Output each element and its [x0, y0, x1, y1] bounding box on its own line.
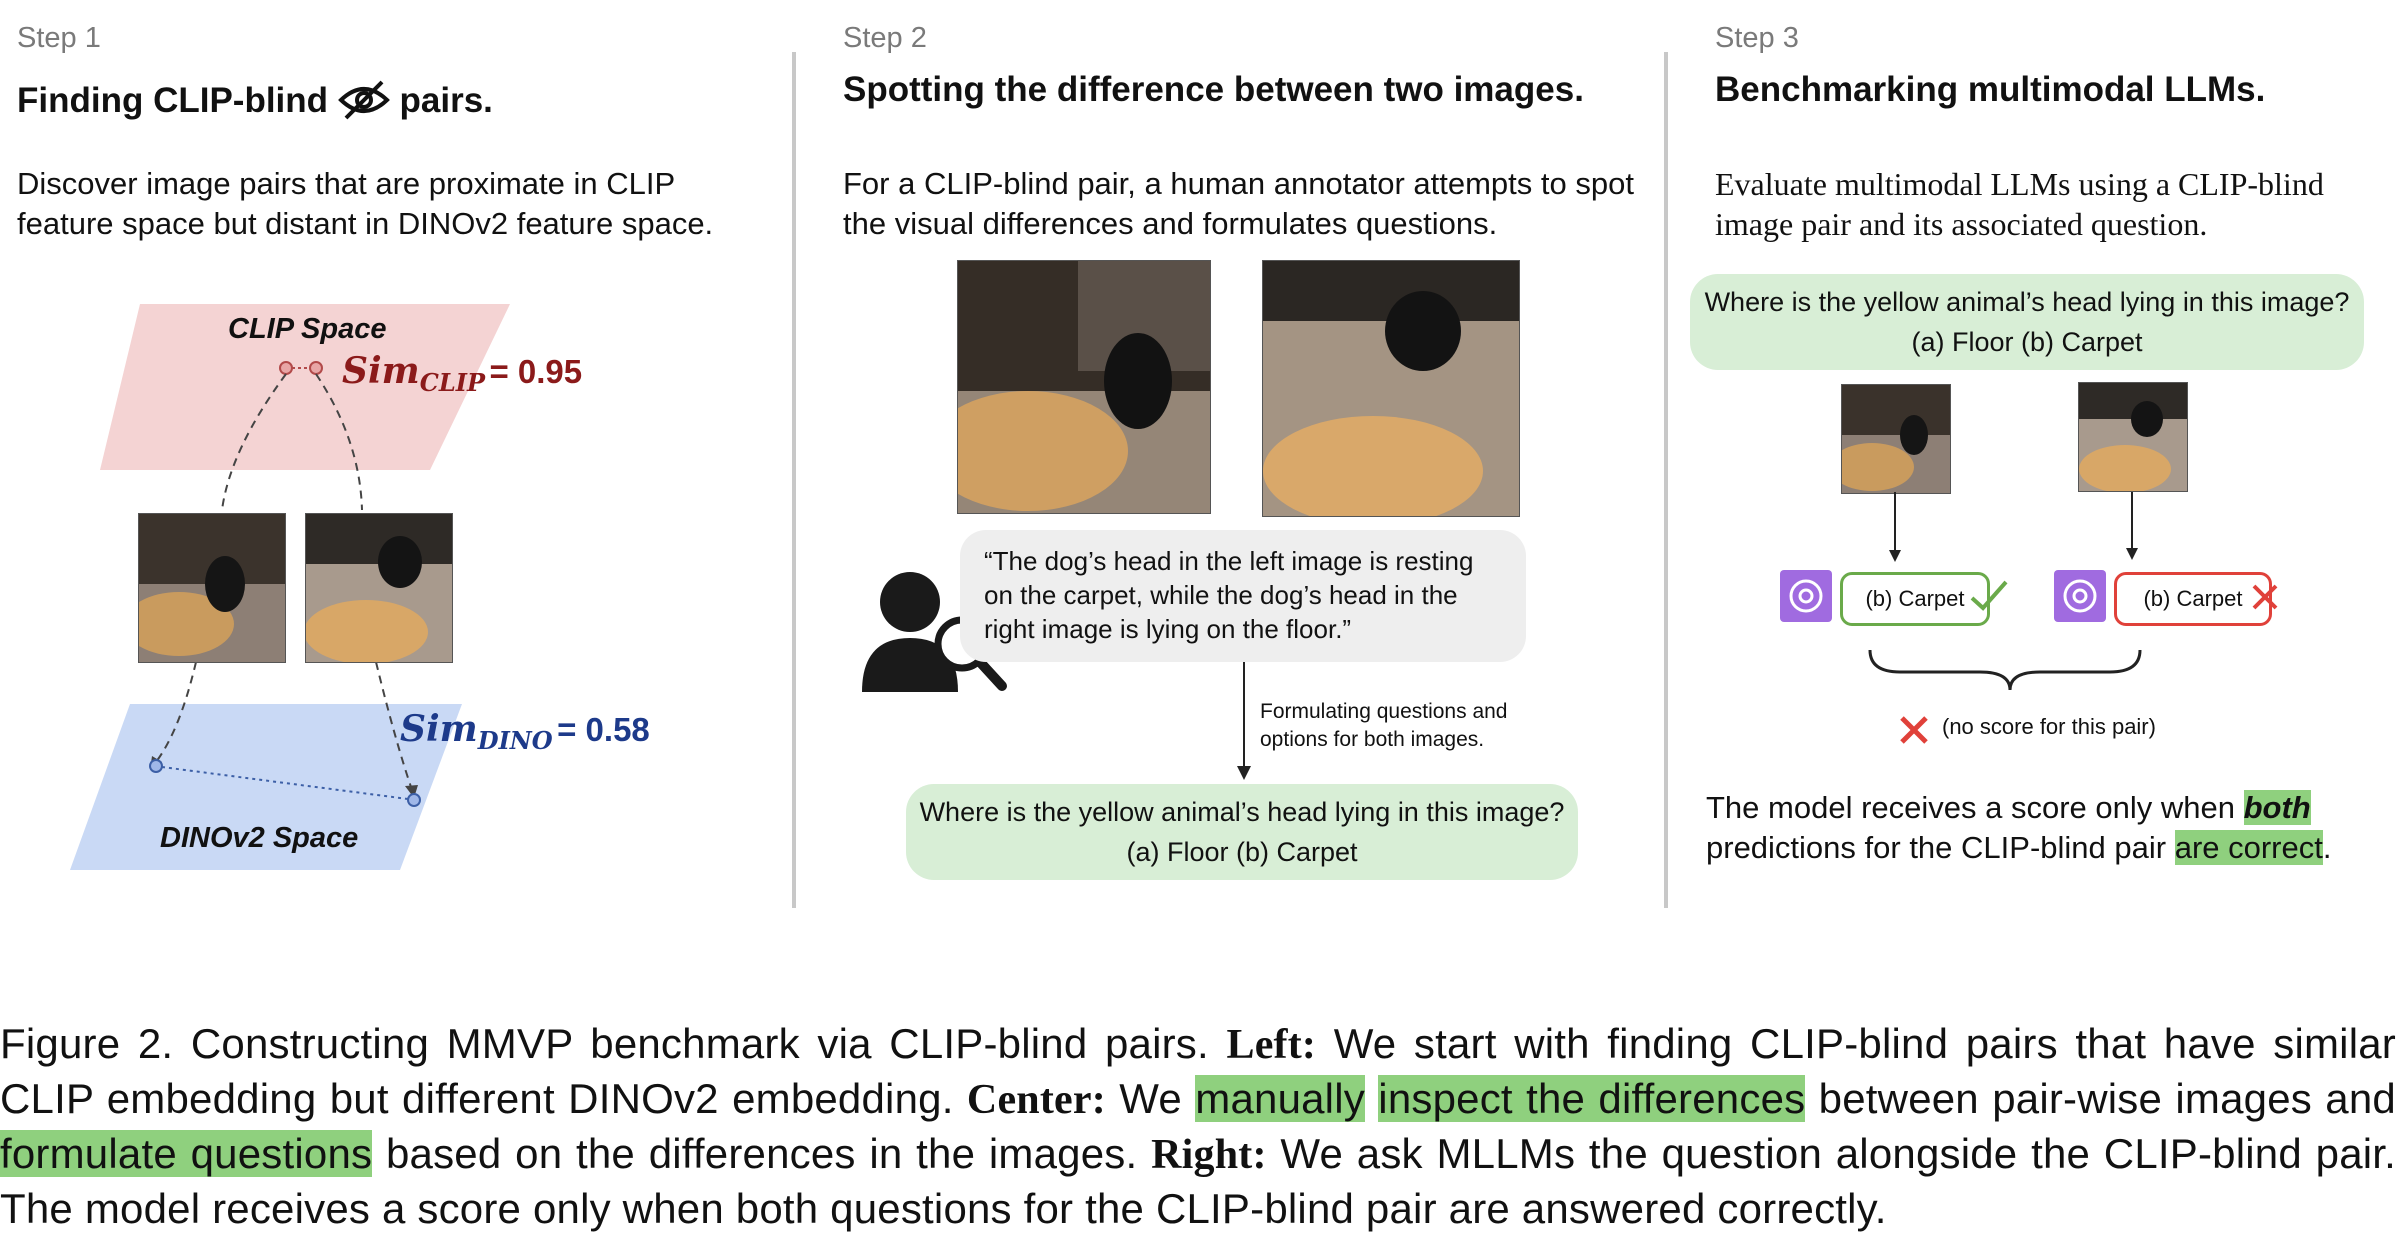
- step1-title: Finding CLIP-blind pairs.: [17, 80, 493, 120]
- answer-right: (b) Carpet: [2114, 572, 2272, 626]
- divider-step1-step2: [792, 52, 796, 908]
- formulating-note: Formulating questions and options for bo…: [1260, 700, 1508, 751]
- check-icon: [1970, 580, 2008, 611]
- step2-title: Spotting the difference between two imag…: [843, 70, 1584, 109]
- step3-description: Evaluate multimodal LLMs using a CLIP-bl…: [1715, 166, 2324, 242]
- highlight-manually: manually: [1195, 1075, 1365, 1122]
- highlight-are-correct: are correct: [2174, 830, 2323, 865]
- dog-photo-left-small: [138, 513, 286, 663]
- eye-slash-icon: [337, 80, 390, 120]
- figure-caption: Figure 2. Constructing MMVP benchmark vi…: [0, 1020, 2397, 1232]
- clip-space-label: CLIP Space: [228, 313, 387, 345]
- no-score-cross-icon: [1900, 716, 1928, 744]
- caption-center-label: Center:: [966, 1077, 1106, 1123]
- annotator-quote-bubble: “The dog’s head in the left image is res…: [960, 530, 1526, 662]
- step1-description: Discover image pairs that are proximate …: [17, 166, 714, 241]
- dino-space-label: DINOv2 Space: [160, 822, 359, 854]
- dog-photo-right-small: [305, 513, 453, 663]
- grouping-brace: [1868, 649, 2142, 691]
- step1-label: Step 1: [17, 22, 101, 54]
- clip-point-left: [279, 361, 293, 375]
- dog-photo-right: [1262, 260, 1520, 517]
- caption-left-label: Left:: [1226, 1022, 1317, 1068]
- step3-result-text: The model receives a score only when bot…: [1706, 790, 2332, 865]
- clip-point-right: [309, 361, 323, 375]
- dog-photo-left-thumb: [1841, 384, 1951, 494]
- step3-label: Step 3: [1715, 22, 1799, 54]
- sim-clip-score: SimCLIP = 0.95: [342, 350, 583, 397]
- dino-point-left: [149, 759, 163, 773]
- step3-question-bubble: Where is the yellow animal’s head lying …: [1690, 274, 2364, 370]
- step2-description: For a CLIP-blind pair, a human annotator…: [843, 166, 1634, 241]
- dog-photo-left: [957, 260, 1211, 514]
- no-score-label: (no score for this pair): [1942, 714, 2156, 739]
- dog-photo-right-thumb: [2078, 382, 2188, 492]
- dino-point-right: [407, 793, 421, 807]
- gpt-logo-icon: [2054, 570, 2106, 622]
- cross-icon: [2252, 584, 2278, 610]
- caption-right-label: Right:: [1151, 1132, 1267, 1178]
- step2-label: Step 2: [843, 22, 927, 54]
- gpt-logo-icon: [1780, 570, 1832, 622]
- down-arrow: [1237, 662, 1251, 780]
- divider-step2-step3: [1664, 52, 1668, 908]
- sim-dino-score: SimDINO = 0.58: [400, 708, 650, 755]
- highlight-inspect: inspect the differences: [1378, 1075, 1806, 1122]
- highlight-both: both: [2243, 790, 2311, 825]
- step2-question-bubble: Where is the yellow animal’s head lying …: [906, 784, 1578, 880]
- highlight-formulate: formulate questions: [0, 1130, 373, 1177]
- step3-title: Benchmarking multimodal LLMs.: [1715, 70, 2266, 109]
